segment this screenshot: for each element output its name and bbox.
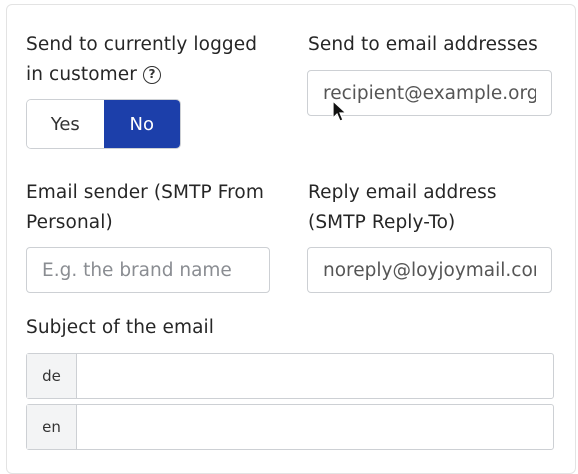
mouse-pointer-icon: [332, 100, 348, 122]
subject-row-de: de: [26, 353, 554, 399]
send-to-customer-label-line1: Send to currently logged: [26, 34, 258, 55]
language-tag: en: [27, 405, 77, 449]
email-sender-label-line2: Personal): [26, 211, 113, 233]
subject-input-en[interactable]: [77, 405, 553, 449]
toggle-yes-button[interactable]: Yes: [27, 100, 104, 148]
send-to-customer-label-line2: in customer: [26, 63, 137, 85]
question-circle-icon[interactable]: ?: [142, 65, 161, 84]
email-sender-input[interactable]: [26, 247, 270, 293]
subject-label: Subject of the email: [26, 317, 215, 338]
email-sender-label-line1: Email sender (SMTP From: [26, 182, 264, 203]
email-settings-panel: Send to currently logged in customer? Ye…: [6, 4, 576, 474]
reply-address-label-line2: (SMTP Reply-To): [308, 211, 456, 233]
send-to-addresses-label: Send to email addresses: [308, 34, 538, 55]
toggle-no-button[interactable]: No: [103, 100, 180, 148]
reply-address-label: Reply email address (SMTP Reply-To): [308, 178, 497, 237]
send-to-customer-toggle: Yes No: [26, 99, 181, 149]
send-to-customer-label: Send to currently logged in customer?: [26, 30, 257, 89]
subject-input-de[interactable]: [77, 354, 553, 398]
subject-row-en: en: [26, 404, 554, 450]
reply-address-input[interactable]: [307, 247, 552, 293]
email-sender-label: Email sender (SMTP From Personal): [26, 178, 264, 237]
reply-address-label-line1: Reply email address: [308, 182, 497, 203]
language-tag: de: [27, 354, 77, 398]
